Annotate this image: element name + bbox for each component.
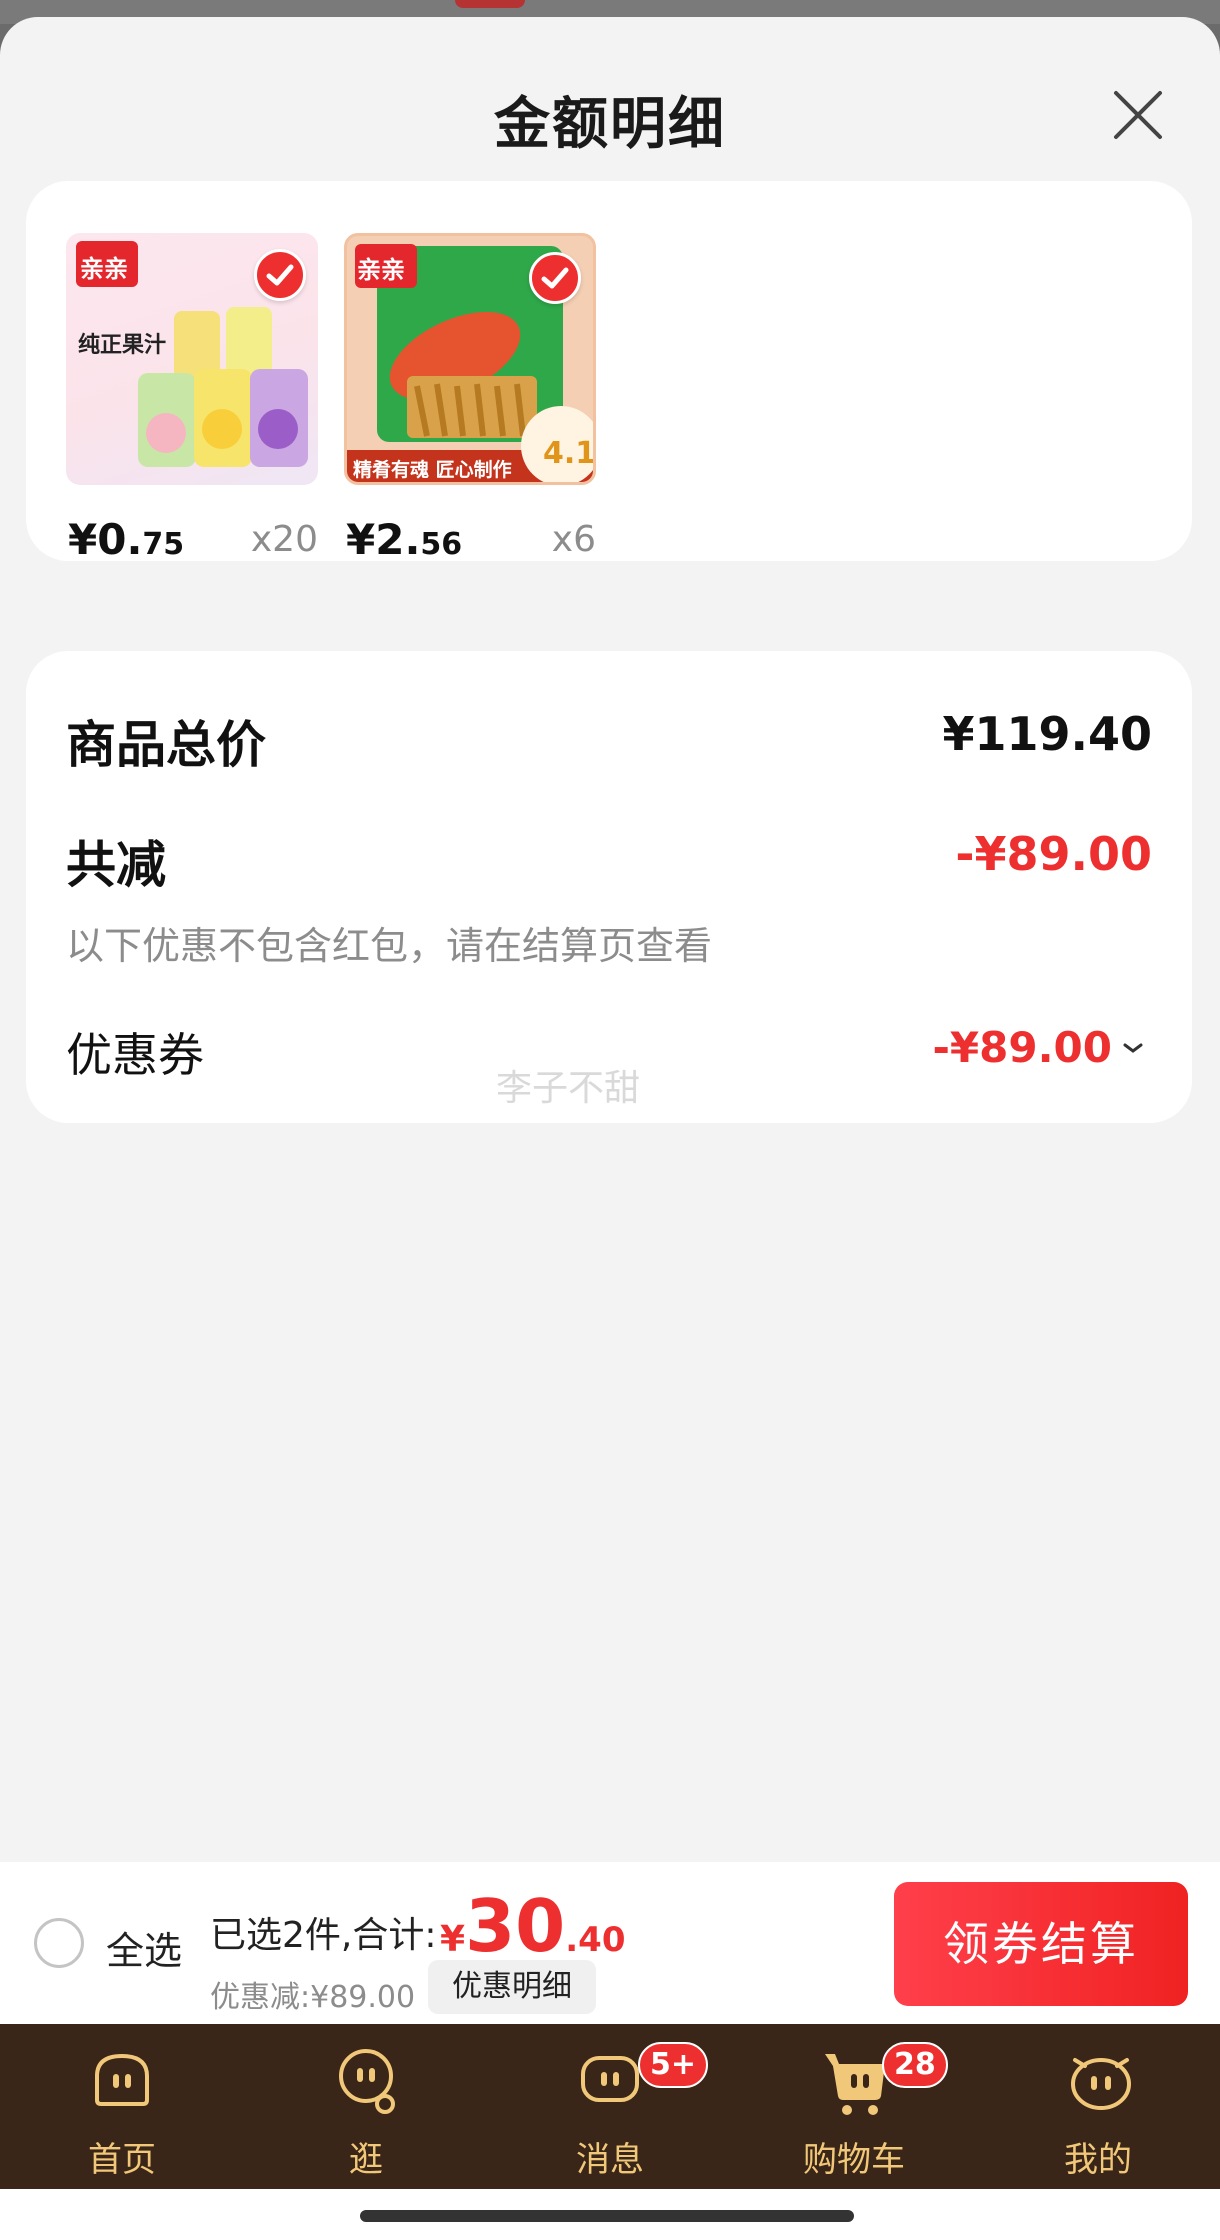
tab-label: 消息 bbox=[576, 2140, 644, 2180]
background-tab bbox=[455, 0, 525, 8]
price-decimal: 75 bbox=[142, 527, 185, 562]
total-decimal: .40 bbox=[565, 1920, 626, 1960]
browse-icon bbox=[339, 2049, 395, 2114]
coupon-row[interactable]: -¥89.00 bbox=[932, 1023, 1146, 1072]
selected-count-text: 已选2件,合计: bbox=[210, 1915, 437, 1956]
close-icon[interactable] bbox=[1110, 87, 1166, 143]
product-image: 亲亲 精肴有魂 匠心制作 4.1 bbox=[344, 233, 596, 485]
total-price-label: 商品总价 bbox=[66, 716, 266, 774]
product-quantity: x6 bbox=[551, 519, 596, 560]
product-brand-logo: 亲亲 bbox=[80, 255, 128, 283]
tab-messages[interactable]: 5+ 消息 bbox=[488, 2024, 732, 2189]
checkout-bar: 全选 已选2件,合计: ¥30.40 优惠减:¥89.00 优惠明细 领券结算 bbox=[0, 1862, 1220, 2024]
message-icon bbox=[581, 2056, 639, 2102]
bottom-tab-bar: 首页 逛 5+ 消息 28 购物车 我的 bbox=[0, 2024, 1220, 2189]
tab-label: 我的 bbox=[1064, 2140, 1132, 2180]
product-brand-logo: 亲亲 bbox=[357, 256, 405, 284]
chevron-down-icon bbox=[1123, 1043, 1143, 1053]
home-indicator[interactable] bbox=[360, 2210, 854, 2222]
tab-profile[interactable]: 我的 bbox=[976, 2024, 1220, 2189]
total-integer: 30 bbox=[465, 1884, 566, 1968]
tab-home[interactable]: 首页 bbox=[0, 2024, 244, 2189]
product-image-caption: 纯正果汁 bbox=[78, 333, 167, 358]
product-image-caption: 精肴有魂 匠心制作 bbox=[353, 459, 512, 481]
product-quantity: x20 bbox=[250, 519, 318, 560]
coupon-label: 优惠券 bbox=[66, 1028, 204, 1082]
reduction-note: 以下优惠不包含红包，请在结算页查看 bbox=[66, 924, 713, 968]
product-image: 亲亲 纯正果汁 bbox=[66, 233, 318, 485]
tab-label: 首页 bbox=[88, 2140, 156, 2180]
discount-detail-button[interactable]: 优惠明细 bbox=[428, 1960, 596, 2014]
product-price: ¥0.75 bbox=[68, 515, 184, 564]
reduction-label: 共减 bbox=[66, 836, 166, 894]
total-price-value: ¥119.40 bbox=[942, 707, 1152, 761]
tab-browse[interactable]: 逛 bbox=[244, 2024, 488, 2189]
checkout-button[interactable]: 领券结算 bbox=[894, 1882, 1188, 2006]
select-all-radio[interactable] bbox=[34, 1918, 84, 1968]
price-integer: ¥2. bbox=[346, 515, 421, 564]
checked-icon[interactable] bbox=[529, 252, 581, 304]
coupon-value: -¥89.00 bbox=[932, 1023, 1112, 1072]
sheet-title: 金额明细 bbox=[494, 92, 726, 157]
select-all-label[interactable]: 全选 bbox=[106, 1920, 182, 1975]
message-badge: 5+ bbox=[638, 2042, 709, 2088]
price-decimal: 56 bbox=[420, 527, 463, 562]
product-price: ¥2.56 bbox=[346, 515, 462, 564]
product-item[interactable]: 亲亲 纯正果汁 ¥0.75 x20 bbox=[66, 233, 318, 564]
product-item[interactable]: 亲亲 精肴有魂 匠心制作 4.1 ¥2.56 x6 bbox=[344, 233, 596, 564]
home-icon bbox=[95, 2053, 149, 2106]
total-symbol: ¥ bbox=[440, 1919, 466, 1960]
watermark: 李子不甜 bbox=[496, 1068, 641, 1109]
price-integer: ¥0. bbox=[68, 515, 143, 564]
price-summary-card: 商品总价 ¥119.40 共减 -¥89.00 以下优惠不包含红包，请在结算页查… bbox=[26, 651, 1192, 1123]
products-card: 亲亲 纯正果汁 ¥0.75 x20 亲亲 精肴有魂 匠心制作 4.1 ¥2.56… bbox=[26, 181, 1192, 564]
reduction-value: -¥89.00 bbox=[955, 827, 1152, 881]
product-price-badge: 4.1 bbox=[543, 436, 596, 471]
checked-icon[interactable] bbox=[254, 249, 306, 301]
system-home-bar bbox=[0, 2189, 1220, 2240]
tab-label: 逛 bbox=[349, 2140, 383, 2180]
tab-label: 购物车 bbox=[803, 2140, 905, 2180]
profile-icon bbox=[1071, 2058, 1131, 2110]
discount-text: 优惠减:¥89.00 bbox=[210, 1980, 416, 2015]
tab-cart[interactable]: 28 购物车 bbox=[732, 2024, 976, 2189]
cart-badge: 28 bbox=[882, 2042, 948, 2088]
total-amount: ¥30.40 bbox=[440, 1884, 626, 1968]
